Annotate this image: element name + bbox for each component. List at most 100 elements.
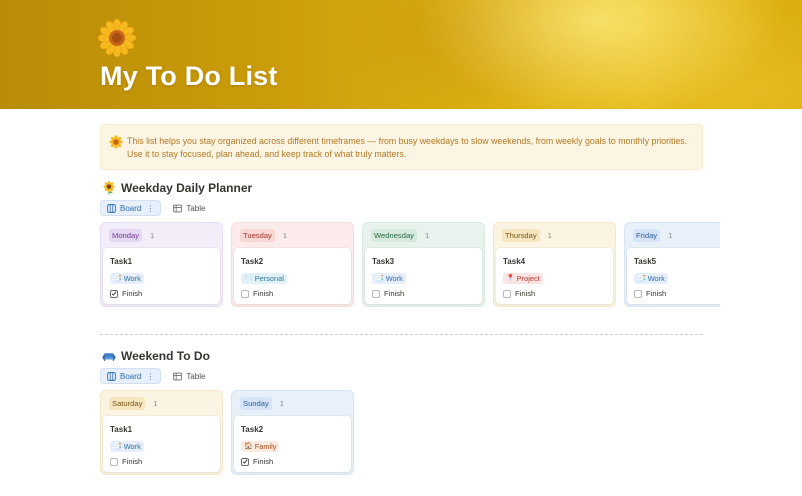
view-tabs-weekend: Board ⋮ Table (100, 368, 211, 384)
finish-checkbox-row: Finish (241, 289, 273, 298)
task-card[interactable]: Task4 📍 Project Finish (496, 248, 613, 304)
board-column-saturday: Saturday 1 Task1 📑 Work Finish (100, 390, 223, 475)
tag-label: Work (123, 442, 141, 451)
tab-board[interactable]: Board ⋮ (100, 200, 162, 216)
checkmark-icon (242, 459, 248, 464)
checkbox-label: Finish (515, 289, 536, 298)
more-options-icon[interactable]: ⋮ (146, 372, 154, 381)
view-tabs-weekday: Board ⋮ Table (100, 200, 211, 216)
finish-checkbox-row: Finish (372, 289, 404, 298)
task-card[interactable]: Task1 📑 Work Finish (103, 416, 220, 472)
column-count: 1 (279, 398, 284, 408)
pin-icon: 📍 (506, 275, 515, 282)
task-card[interactable]: Task1 📑 Work Finish (103, 248, 220, 304)
column-count: 1 (547, 230, 552, 240)
finish-checkbox[interactable] (372, 289, 380, 298)
finish-checkbox-row: Finish (241, 457, 273, 466)
column-header[interactable]: Saturday 1 (103, 394, 220, 412)
task-card[interactable]: Task5 📑 Work Finish (627, 248, 720, 304)
column-header[interactable]: Wednesday 1 (365, 226, 482, 244)
tag-personal: 📨 Personal (241, 273, 287, 284)
sunflower-icon (109, 135, 123, 149)
board-column-friday: Friday 1 Task5 📑 Work Finish (624, 222, 720, 307)
column-header[interactable]: Monday 1 (103, 226, 220, 244)
tab-table[interactable]: Table (167, 368, 211, 384)
document-icon: 📑 (375, 275, 384, 282)
board-icon (107, 371, 116, 381)
finish-checkbox[interactable] (241, 289, 249, 298)
board-weekend: Saturday 1 Task1 📑 Work Finish Sunday 1 T… (100, 390, 354, 475)
checkbox-label: Finish (122, 457, 143, 466)
table-icon (173, 204, 183, 212)
card-title: Task2 (241, 257, 264, 266)
callout-text: This list helps you stay organized acros… (127, 135, 690, 160)
tag-label: Personal (254, 274, 284, 283)
finish-checkbox[interactable] (503, 289, 511, 298)
task-card[interactable]: Task2 📨 Personal Finish (234, 248, 351, 304)
column-count: 1 (153, 398, 158, 408)
callout-block: This list helps you stay organized acros… (100, 124, 703, 170)
tag-work: 📑 Work (110, 441, 144, 452)
house-icon: 🏠 (244, 443, 253, 450)
finish-checkbox[interactable] (241, 457, 249, 466)
tab-board[interactable]: Board ⋮ (100, 368, 162, 384)
column-count: 1 (150, 230, 155, 240)
tab-label: Board (120, 203, 142, 213)
sunflower-icon[interactable] (97, 18, 137, 58)
column-name: Friday (633, 228, 661, 242)
document-icon: 📑 (113, 443, 122, 450)
column-header[interactable]: Friday 1 (627, 226, 720, 244)
page-title[interactable]: My To Do List (100, 61, 278, 92)
tag-label: Work (647, 274, 665, 283)
finish-checkbox[interactable] (110, 289, 118, 298)
card-title: Task1 (110, 257, 133, 266)
column-name: Wednesday (371, 228, 417, 242)
column-count: 1 (668, 230, 673, 240)
tag-family: 🏠 Family (241, 441, 280, 452)
tag-project: 📍 Project (503, 273, 543, 284)
section-title-text: Weekday Daily Planner (121, 181, 253, 195)
sunflower-icon (103, 181, 115, 195)
column-name: Thursday (502, 228, 540, 242)
task-card[interactable]: Task3 📑 Work Finish (365, 248, 482, 304)
board-column-monday: Monday 1 Task1 📑 Work Finish (100, 222, 223, 307)
column-header[interactable]: Thursday 1 (496, 226, 613, 244)
finish-checkbox-row: Finish (110, 457, 142, 466)
document-icon: 📑 (637, 275, 646, 282)
tab-label: Board (120, 371, 142, 381)
board-column-tuesday: Tuesday 1 Task2 📨 Personal Finish (231, 222, 354, 307)
checkmark-icon (111, 291, 117, 296)
section-title-weekend[interactable]: Weekend To Do (102, 349, 210, 363)
checkbox-label: Finish (122, 289, 143, 298)
finish-checkbox-row: Finish (634, 289, 666, 298)
finish-checkbox[interactable] (110, 457, 118, 466)
task-card[interactable]: Task2 🏠 Family Finish (234, 416, 351, 472)
card-title: Task4 (503, 257, 526, 266)
document-icon: 📑 (113, 275, 122, 282)
finish-checkbox-row: Finish (110, 289, 142, 298)
column-name: Sunday (240, 396, 272, 410)
board-column-wednesday: Wednesday 1 Task3 📑 Work Finish (362, 222, 485, 307)
board-column-sunday: Sunday 1 Task2 🏠 Family Finish (231, 390, 354, 475)
column-name: Saturday (109, 396, 146, 410)
couch-icon (102, 353, 116, 361)
tag-work: 📑 Work (110, 273, 144, 284)
tab-table[interactable]: Table (167, 200, 211, 216)
tab-label: Table (186, 371, 206, 381)
tag-work: 📑 Work (634, 273, 668, 284)
board-icon (107, 203, 116, 213)
more-options-icon[interactable]: ⋮ (146, 204, 154, 213)
column-name: Monday (109, 228, 143, 242)
card-title: Task5 (634, 257, 657, 266)
board-column-thursday: Thursday 1 Task4 📍 Project Finish (493, 222, 616, 307)
tag-work: 📑 Work (372, 273, 406, 284)
table-icon (173, 372, 183, 380)
section-title-weekday[interactable]: Weekday Daily Planner (102, 181, 252, 195)
callout-line-1: This list helps you stay organized acros… (127, 136, 688, 146)
column-header[interactable]: Sunday 1 (234, 394, 351, 412)
callout-line-2: Use it to stay focused, plan ahead, and … (127, 148, 407, 159)
finish-checkbox[interactable] (634, 289, 642, 298)
checkbox-label: Finish (646, 289, 667, 298)
column-header[interactable]: Tuesday 1 (234, 226, 351, 244)
envelope-icon: 📨 (244, 275, 253, 282)
